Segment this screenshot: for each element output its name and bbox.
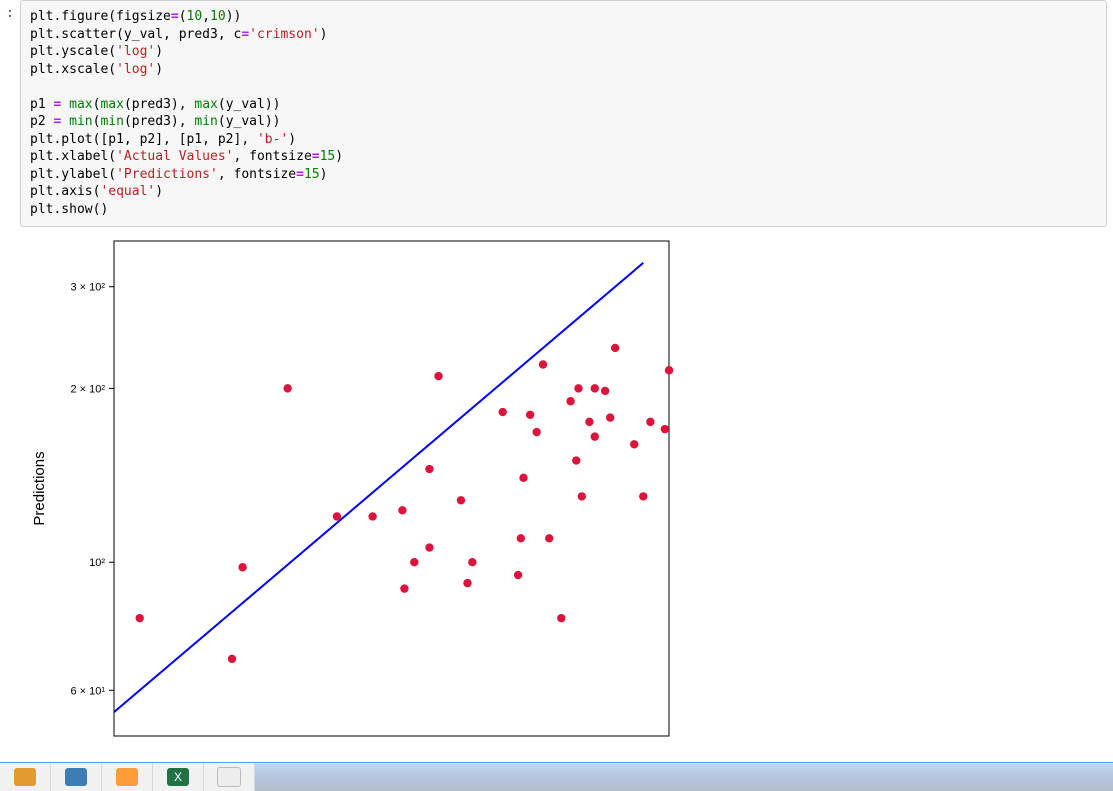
file-explorer-icon[interactable] (0, 763, 51, 791)
svg-text:10²: 10² (89, 557, 105, 569)
svg-text:6 × 10¹: 6 × 10¹ (70, 685, 105, 697)
svg-text:3 × 10²: 3 × 10² (70, 281, 105, 293)
output-plot: 6 × 10¹ 10² 2 × 10² 3 × 10² Predictions (14, 231, 1113, 751)
code-cell: : plt.figure(figsize=(10,10)) plt.scatte… (0, 0, 1113, 227)
scatter-chart: 6 × 10¹ 10² 2 × 10² 3 × 10² Predictions (14, 231, 684, 751)
excel-icon[interactable]: X (153, 763, 204, 791)
svg-text:Predictions: Predictions (31, 451, 48, 525)
media-icon[interactable] (102, 763, 153, 791)
svg-text:2 × 10²: 2 × 10² (70, 383, 105, 395)
document-icon[interactable] (204, 763, 255, 791)
input-prompt: : (6, 0, 20, 21)
pinned-apps: X (0, 763, 1113, 791)
code-input[interactable]: plt.figure(figsize=(10,10)) plt.scatter(… (20, 0, 1107, 227)
windows-taskbar[interactable]: X (0, 762, 1113, 791)
browser-icon[interactable] (51, 763, 102, 791)
